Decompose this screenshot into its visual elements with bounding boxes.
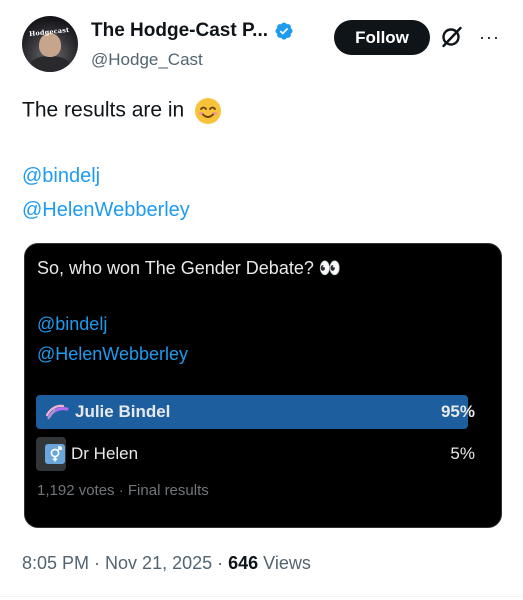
poll-option-percent: 5% xyxy=(450,444,475,463)
author-handle[interactable]: @Hodge_Cast xyxy=(91,50,203,70)
poll-meta: 1,192 votes · Final results xyxy=(37,482,209,499)
mention-link[interactable]: @HelenWebberley xyxy=(22,199,190,222)
separator: · xyxy=(212,553,229,573)
quoted-poll-card[interactable]: So, who won The Gender Debate? 👀 @bindel… xyxy=(24,243,502,528)
tweet-date[interactable]: Nov 21, 2025 xyxy=(105,553,212,573)
poll-option-1: Julie Bindel xyxy=(45,402,170,422)
tweet-footer-meta: 8:05 PM · Nov 21, 2025 · 646 Views xyxy=(22,553,311,574)
follow-button[interactable]: Follow xyxy=(334,20,430,55)
tweet-text: The results are in xyxy=(22,97,222,125)
intersex-flag-icon xyxy=(45,404,69,420)
display-name[interactable]: The Hodge-Cast P... xyxy=(91,20,268,42)
poll-mention-link[interactable]: @HelenWebberley xyxy=(37,344,188,365)
tweet-text-content: The results are in xyxy=(22,98,185,122)
poll-option-percent: 95% xyxy=(440,402,475,421)
poll-option-label: Dr Helen xyxy=(71,444,139,463)
transgender-symbol-icon xyxy=(45,444,65,464)
poll-option-2: Dr Helen xyxy=(45,444,138,464)
poll-option-label: Julie Bindel xyxy=(75,402,171,421)
mention-link[interactable]: @bindelj xyxy=(22,165,100,188)
tweet-time[interactable]: 8:05 PM xyxy=(22,553,89,573)
poll-question: So, who won The Gender Debate? 👀 xyxy=(37,258,342,278)
views-label: Views xyxy=(258,553,311,573)
avatar-shirt xyxy=(30,56,70,72)
more-options-icon[interactable]: ··· xyxy=(479,28,500,46)
tweet-header: Hodgecast The Hodge-Cast P... @Hodge_Cas… xyxy=(22,14,509,78)
name-row: The Hodge-Cast P... xyxy=(91,20,294,42)
divider xyxy=(0,596,523,597)
separator: · xyxy=(89,553,106,573)
avatar[interactable]: Hodgecast xyxy=(22,16,78,72)
grok-icon[interactable] xyxy=(440,25,464,49)
smiling-face-emoji-icon xyxy=(195,98,222,124)
views-count: 646 xyxy=(228,553,259,573)
verified-badge-icon xyxy=(275,22,293,40)
poll-mention-link[interactable]: @bindelj xyxy=(37,314,107,335)
